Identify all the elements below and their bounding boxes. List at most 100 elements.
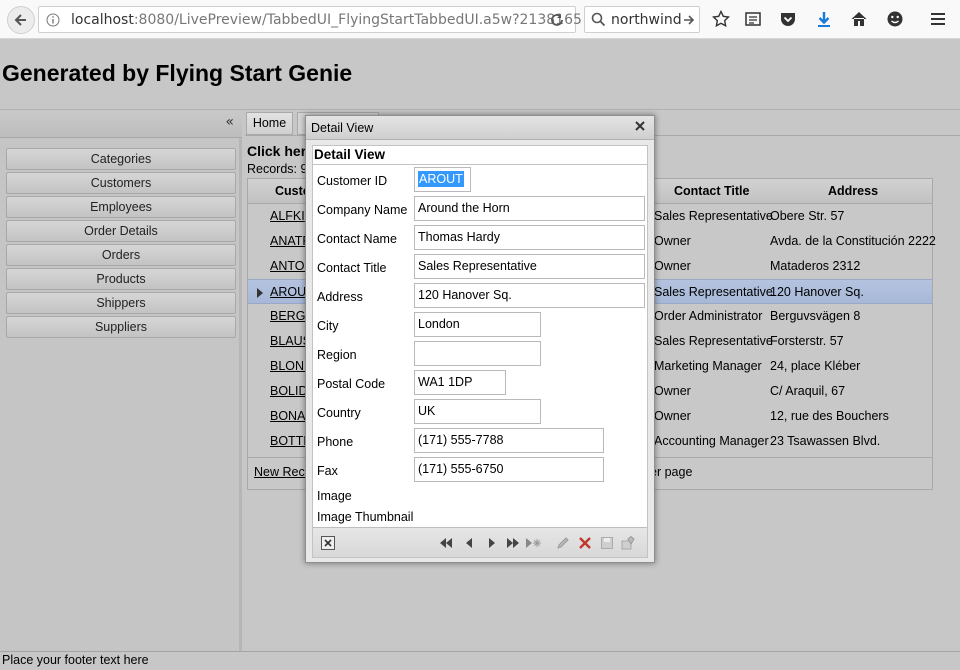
menu-icon[interactable] [929, 10, 947, 28]
contact-name-field[interactable]: Thomas Hardy [414, 225, 645, 250]
cell-contact-title: Owner [654, 259, 691, 273]
collapse-icon[interactable]: « [225, 114, 234, 130]
label-fax: Fax [317, 464, 338, 478]
customer-id-value: AROUT [418, 171, 464, 187]
dialog-body: Detail View Customer ID AROUT Company Na… [312, 145, 648, 558]
click-here-link[interactable]: Click here [247, 143, 314, 159]
cell-address: 24, place Kléber [770, 359, 861, 373]
reading-list-icon[interactable] [744, 10, 762, 28]
record-navigation-toolbar [313, 527, 647, 557]
dialog-title: Detail View [311, 121, 374, 135]
first-record-icon[interactable] [438, 535, 454, 551]
search-icon [591, 12, 606, 27]
tab-home[interactable]: Home [246, 112, 293, 135]
sidebar: « Categories Customers Employees Order D… [0, 111, 242, 651]
country-field[interactable]: UK [414, 399, 541, 424]
pocket-icon[interactable] [779, 10, 797, 28]
url-host: localhost [71, 12, 134, 28]
sidebar-collapse-bar: « [0, 111, 242, 138]
cell-address: C/ Araquil, 67 [770, 384, 846, 398]
info-icon[interactable] [46, 13, 60, 27]
label-contact-name: Contact Name [317, 232, 397, 246]
label-city: City [317, 319, 339, 333]
cell-address: Berguvsvägen 8 [770, 309, 861, 323]
new-record-link[interactable]: New Reco [254, 465, 312, 479]
url-bar[interactable]: localhost:8080/LivePreview/TabbedUI_Flyi… [38, 6, 582, 33]
dialog-title-bar[interactable]: Detail View [306, 116, 654, 140]
label-region: Region [317, 348, 357, 362]
label-postal-code: Postal Code [317, 377, 386, 391]
search-go-icon[interactable] [682, 13, 696, 27]
column-header-contact-title[interactable]: Contact Title [674, 184, 749, 198]
fax-field[interactable]: (171) 555-6750 [414, 457, 604, 482]
back-button[interactable] [7, 6, 35, 34]
records-count: Records: 9 [247, 162, 307, 176]
region-field[interactable] [414, 341, 541, 366]
cell-contact-title: Owner [654, 234, 691, 248]
smiley-icon[interactable] [886, 10, 904, 28]
cell-contact-title: Sales Representative [654, 334, 773, 348]
cell-address: 23 Tsawassen Blvd. [770, 434, 881, 448]
sidebar-item-shippers[interactable]: Shippers [6, 292, 236, 314]
contact-title-field[interactable]: Sales Representative [414, 254, 645, 279]
cell-address: 120 Hanover Sq. [770, 285, 864, 299]
page-footer: Place your footer text here [0, 651, 960, 670]
app-title: Generated by Flying Start Genie [2, 60, 353, 86]
undo-record-icon[interactable] [620, 535, 636, 551]
cell-customer-id[interactable]: ALFKI [270, 209, 305, 223]
company-name-field[interactable]: Around the Horn [414, 196, 645, 221]
search-value: northwind [611, 12, 682, 28]
save-record-icon[interactable] [599, 535, 615, 551]
bookmark-star-icon[interactable] [712, 10, 730, 28]
cell-contact-title: Sales Representative [654, 285, 773, 299]
cell-address: 12, rue des Bouchers [770, 409, 889, 423]
customer-id-field[interactable]: AROUT [414, 167, 471, 192]
reload-icon[interactable] [549, 12, 565, 28]
cell-contact-title: Sales Representative [654, 209, 773, 223]
sidebar-item-categories[interactable]: Categories [6, 148, 236, 170]
city-field[interactable]: London [414, 312, 541, 337]
delete-record-icon[interactable] [577, 535, 593, 551]
last-record-icon[interactable] [505, 535, 521, 551]
edit-record-icon[interactable] [555, 535, 571, 551]
search-input[interactable]: northwind [584, 6, 700, 33]
sidebar-item-customers[interactable]: Customers [6, 172, 236, 194]
label-address: Address [317, 290, 363, 304]
back-arrow-icon [14, 14, 26, 26]
sidebar-item-suppliers[interactable]: Suppliers [6, 316, 236, 338]
cell-contact-title: Owner [654, 384, 691, 398]
cell-contact-title: Order Administrator [654, 309, 763, 323]
records-label: Records: [247, 162, 298, 176]
close-record-icon[interactable] [320, 535, 336, 551]
cell-customer-id[interactable]: BOLID [270, 384, 308, 398]
next-record-icon[interactable] [484, 535, 500, 551]
previous-record-icon[interactable] [461, 535, 477, 551]
sidebar-item-order-details[interactable]: Order Details [6, 220, 236, 242]
label-country: Country [317, 406, 361, 420]
download-icon[interactable] [815, 10, 833, 28]
url-path: :8080/LivePreview/TabbedUI_FlyingStartTa… [133, 12, 582, 28]
sidebar-item-orders[interactable]: Orders [6, 244, 236, 266]
phone-field[interactable]: (171) 555-7788 [414, 428, 604, 453]
divider [313, 164, 647, 165]
postal-code-field[interactable]: WA1 1DP [414, 370, 506, 395]
label-contact-title: Contact Title [317, 261, 387, 275]
cell-address: Obere Str. 57 [770, 209, 845, 223]
close-icon[interactable] [633, 119, 647, 133]
label-image-thumbnail: Image Thumbnail [317, 510, 414, 524]
sidebar-item-products[interactable]: Products [6, 268, 236, 290]
label-customer-id: Customer ID [317, 174, 388, 188]
browser-toolbar: localhost:8080/LivePreview/TabbedUI_Flyi… [0, 0, 960, 39]
current-row-indicator-icon [257, 288, 263, 298]
label-image: Image [317, 489, 352, 503]
new-record-icon[interactable] [525, 535, 541, 551]
detail-view-heading: Detail View [314, 147, 386, 162]
cell-address: Forsterstr. 57 [770, 334, 844, 348]
sidebar-item-employees[interactable]: Employees [6, 196, 236, 218]
column-header-address[interactable]: Address [828, 184, 878, 198]
cell-contact-title: Owner [654, 409, 691, 423]
home-icon[interactable] [850, 10, 868, 28]
url-text: localhost:8080/LivePreview/TabbedUI_Flyi… [71, 12, 582, 28]
address-field[interactable]: 120 Hanover Sq. [414, 283, 645, 308]
label-company-name: Company Name [317, 203, 408, 217]
